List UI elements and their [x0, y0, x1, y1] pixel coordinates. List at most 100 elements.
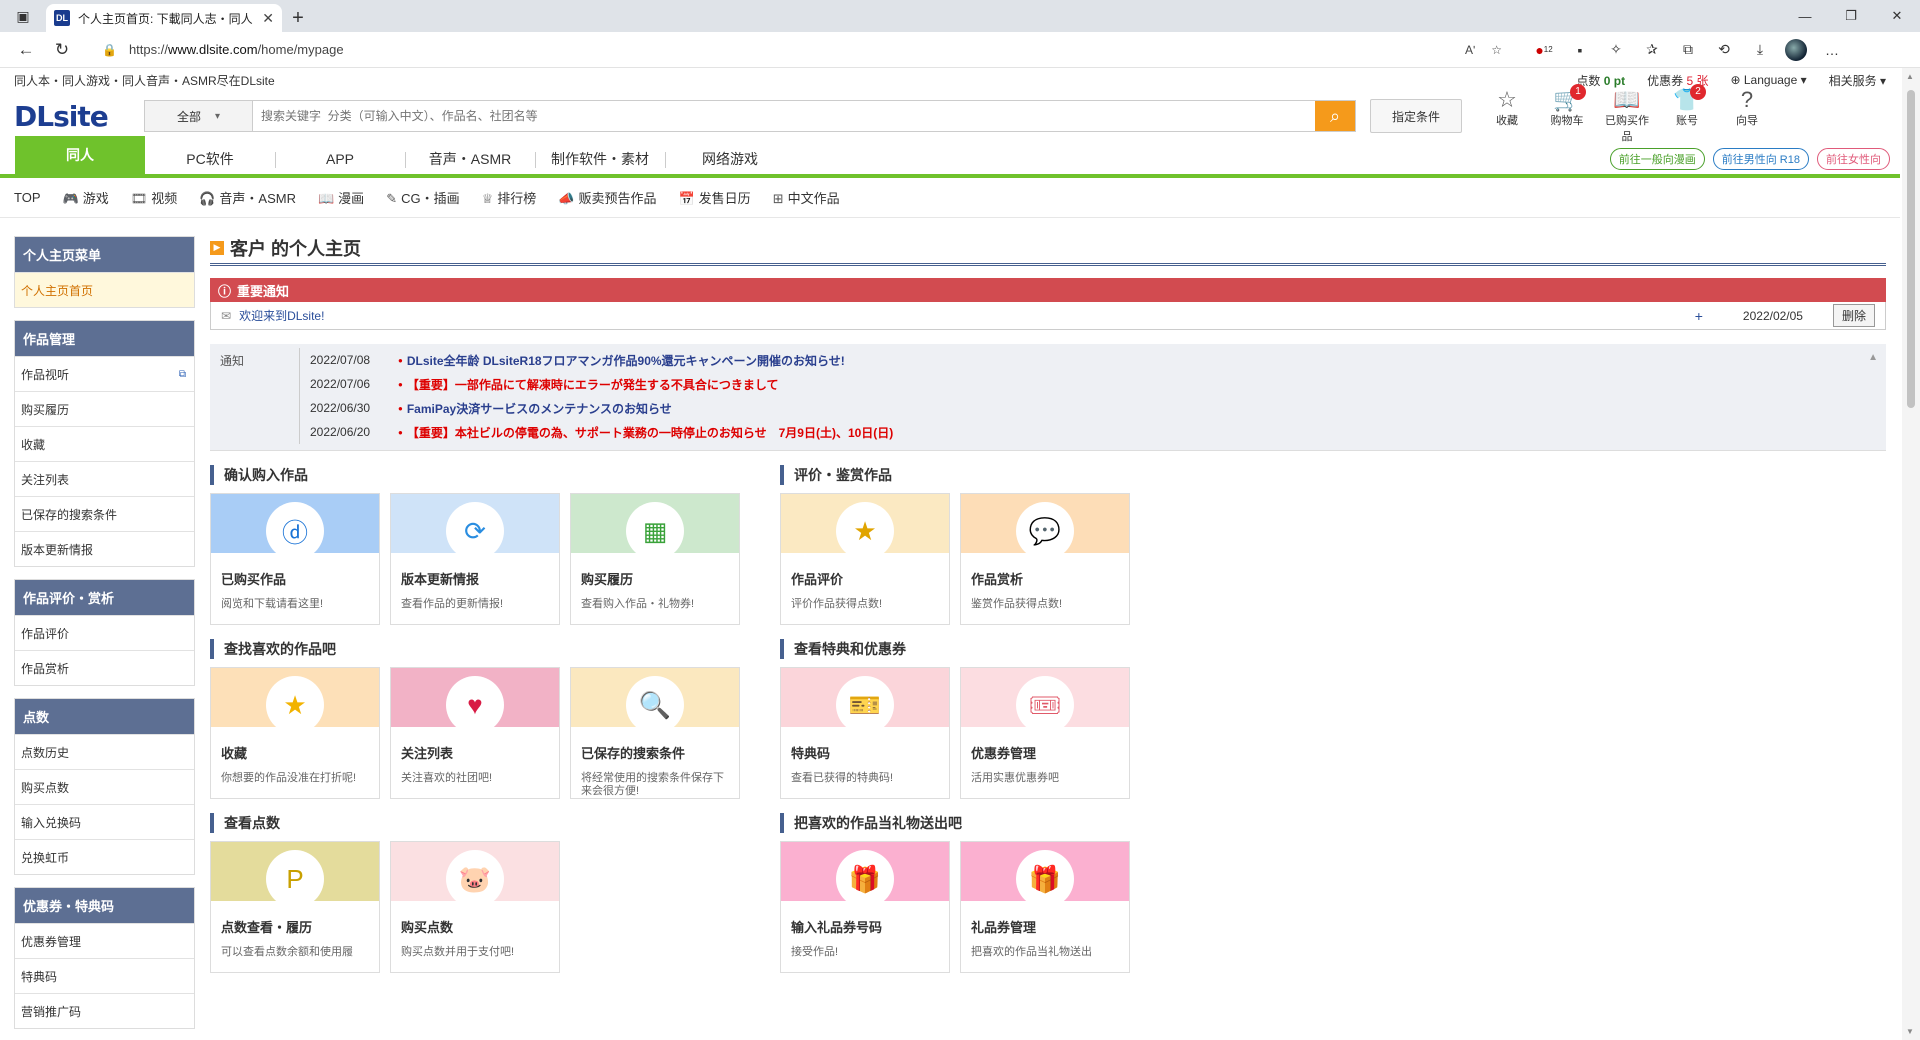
main-nav-item-5[interactable]: 网络游戏: [665, 144, 795, 174]
profile-avatar[interactable]: [1785, 38, 1807, 61]
header-icon-2[interactable]: 📖 已购买作品: [1600, 88, 1654, 144]
sidebar-item[interactable]: 作品视听 ⧉: [15, 356, 194, 391]
sidebar-item[interactable]: 已保存的搜索条件: [15, 496, 194, 531]
scroll-down-icon[interactable]: ▼: [1906, 1027, 1914, 1036]
sub-nav-item-8[interactable]: 📅 发售日历: [678, 188, 750, 207]
refresh-icon[interactable]: ↻: [44, 35, 80, 65]
sidebar-item[interactable]: 作品评价: [15, 615, 194, 650]
logo[interactable]: DLsite: [14, 100, 144, 133]
extension-icon[interactable]: ▪: [1562, 35, 1598, 65]
collections-icon[interactable]: ⧉: [1670, 35, 1706, 65]
feature-card[interactable]: ★ 作品评价 评价作品获得点数!: [780, 493, 950, 625]
language-select[interactable]: ⊕ Language ▾: [1730, 73, 1806, 87]
feature-card[interactable]: ⟳ 版本更新情报 查看作品的更新情报!: [390, 493, 560, 625]
extensions-puzzle-icon[interactable]: ✧: [1598, 35, 1634, 65]
notice-message[interactable]: 欢迎来到DLsite!: [239, 307, 1695, 324]
more-menu-icon[interactable]: …: [1814, 35, 1850, 65]
search-category-select[interactable]: 全部: [145, 101, 253, 131]
sidebar-item[interactable]: 优惠券管理: [15, 923, 194, 958]
sub-nav-item-1[interactable]: 🎮 游戏: [63, 188, 109, 207]
sub-nav-item-4[interactable]: 📖 漫画: [318, 188, 364, 207]
feature-card[interactable]: ⓓ 已购买作品 阅览和下载请看这里!: [210, 493, 380, 625]
search-button[interactable]: ⌕: [1315, 101, 1355, 131]
sidebar-item[interactable]: 购买履历: [15, 391, 194, 426]
floor-switch-0[interactable]: 前往一般向漫画: [1609, 148, 1705, 170]
sub-nav-item-5[interactable]: ✎ CG・插画: [386, 188, 459, 207]
main-nav-item-4[interactable]: 制作软件・素材: [535, 144, 665, 174]
url-field[interactable]: 🔒 https://www.dlsite.com/home/mypage Aʹ …: [92, 35, 1512, 64]
lock-icon[interactable]: 🔒: [102, 43, 117, 57]
sidebar-item[interactable]: 特典码: [15, 958, 194, 993]
sidebar-item[interactable]: 收藏: [15, 426, 194, 461]
restore-icon[interactable]: ❐: [1828, 0, 1874, 32]
delete-button[interactable]: 删除: [1832, 304, 1875, 327]
sub-nav-item-2[interactable]: 🎞 视频: [131, 188, 178, 207]
main-nav-item-0[interactable]: 同人: [15, 136, 145, 174]
floor-switch-1[interactable]: 前往男性向 R18: [1712, 148, 1809, 170]
sidebar-item[interactable]: 营销推广码: [15, 993, 194, 1028]
page-scrollbar[interactable]: ▲ ▼: [1902, 68, 1920, 1040]
feature-card[interactable]: 🎁 输入礼品券号码 接受作品!: [780, 841, 950, 973]
history-icon[interactable]: ⟲: [1706, 35, 1742, 65]
search-input[interactable]: [253, 101, 1315, 131]
feature-card[interactable]: ▦ 购买履历 查看购入作品・礼物券!: [570, 493, 740, 625]
feature-card[interactable]: 🐷 购买点数 购买点数并用于支付吧!: [390, 841, 560, 973]
scroll-thumb[interactable]: [1907, 90, 1915, 408]
sidebar-item[interactable]: 版本更新情报: [15, 531, 194, 566]
sidebar-item[interactable]: 关注列表: [15, 461, 194, 496]
new-tab-icon[interactable]: +: [282, 4, 314, 32]
main-nav-item-2[interactable]: APP: [275, 144, 405, 174]
sub-nav-item-3[interactable]: 🎧 音声・ASMR: [199, 188, 296, 207]
back-icon[interactable]: ←: [8, 35, 44, 65]
sidebar-item[interactable]: 输入兑换码: [15, 804, 194, 839]
sidebar-item[interactable]: 个人主页首页: [15, 272, 194, 307]
sub-nav-item-0[interactable]: TOP: [14, 190, 41, 205]
favorites-icon[interactable]: ✰: [1634, 35, 1670, 65]
scroll-up-icon[interactable]: ▲: [1906, 72, 1914, 81]
news-title[interactable]: 【重要】本社ビルの停電の為、サポート業務の一時停止のお知らせ 7月9日(土)、1…: [407, 424, 893, 441]
minimize-icon[interactable]: —: [1782, 0, 1828, 32]
feature-card[interactable]: P 点数查看・履历 可以查看点数余额和使用履: [210, 841, 380, 973]
download-icon[interactable]: ⤓: [1742, 35, 1778, 65]
feature-card[interactable]: 🔍 已保存的搜索条件 将经常使用的搜索条件保存下来会很方便!: [570, 667, 740, 799]
main-nav-item-1[interactable]: PC软件: [145, 144, 275, 174]
news-item[interactable]: 2022/07/06 ● 【重要】一部作品にて解凍時にエラーが発生する不具合につきま…: [310, 372, 893, 396]
sub-nav-item-7[interactable]: 📣 贩卖预告作品: [558, 188, 656, 207]
url-text[interactable]: https://www.dlsite.com/home/mypage: [129, 42, 1449, 57]
header-icon-3[interactable]: 👕 2 账号: [1660, 84, 1714, 144]
feature-card[interactable]: ♥ 关注列表 关注喜欢的社团吧!: [390, 667, 560, 799]
services-menu[interactable]: 相关服务 ▾: [1829, 72, 1886, 89]
header-icon-4[interactable]: ? 向导: [1720, 88, 1774, 144]
sidebar-item[interactable]: 点数历史: [15, 734, 194, 769]
browser-tab[interactable]: DL 个人主页首页: 下載同人志・同人 ✕: [46, 4, 282, 32]
sub-nav-item-9[interactable]: ⊞ 中文作品: [773, 188, 840, 207]
sidebar-item[interactable]: 作品赏析: [15, 650, 194, 685]
news-title[interactable]: DLsite全年龄 DLsiteR18フロアマンガ作品90%還元キャンペーン開催…: [407, 352, 845, 369]
sidebar-item[interactable]: 购买点数: [15, 769, 194, 804]
extension-red-icon[interactable]: ● 12: [1526, 35, 1562, 65]
header-icon-1[interactable]: 🛒 1 购物车: [1540, 84, 1594, 144]
news-item[interactable]: 2022/07/08 ● DLsite全年龄 DLsiteR18フロアマンガ作品90…: [310, 348, 893, 372]
news-item[interactable]: 2022/06/20 ● 【重要】本社ビルの停電の為、サポート業務の一時停止のお知ら…: [310, 420, 893, 444]
floor-switch-2[interactable]: 前往女性向: [1817, 148, 1890, 170]
header-icon-0[interactable]: ☆ 收藏: [1480, 88, 1534, 144]
feature-card[interactable]: 🎟 优惠券管理 活用实惠优惠券吧: [960, 667, 1130, 799]
read-aloud-icon[interactable]: Aʹ: [1465, 43, 1475, 57]
feature-card[interactable]: 🎁 礼品券管理 把喜欢的作品当礼物送出: [960, 841, 1130, 973]
sub-nav-item-6[interactable]: ♕ 排行榜: [482, 188, 537, 207]
news-item[interactable]: 2022/06/30 ● FamiPay決済サービスのメンテナンスのお知らせ: [310, 396, 893, 420]
feature-card[interactable]: 💬 作品赏析 鉴赏作品获得点数!: [960, 493, 1130, 625]
expand-icon[interactable]: +: [1695, 308, 1703, 324]
main-nav-item-3[interactable]: 音声・ASMR: [405, 144, 535, 174]
tab-close-icon[interactable]: ✕: [262, 10, 274, 27]
advanced-search-button[interactable]: 指定条件: [1370, 99, 1462, 133]
feature-card[interactable]: 🎫 特典码 查看已获得的特典码!: [780, 667, 950, 799]
feature-card[interactable]: ★ 收藏 你想要的作品没准在打折呢!: [210, 667, 380, 799]
tab-actions-icon[interactable]: ▣: [0, 0, 46, 32]
sidebar-item[interactable]: 兑换虹币: [15, 839, 194, 874]
close-window-icon[interactable]: ✕: [1874, 0, 1920, 32]
news-title[interactable]: 【重要】一部作品にて解凍時にエラーが発生する不具合につきまして: [407, 376, 779, 393]
favorite-add-icon[interactable]: ☆: [1491, 43, 1502, 57]
news-title[interactable]: FamiPay決済サービスのメンテナンスのお知らせ: [407, 400, 672, 417]
collapse-icon[interactable]: ▲: [1868, 352, 1878, 363]
